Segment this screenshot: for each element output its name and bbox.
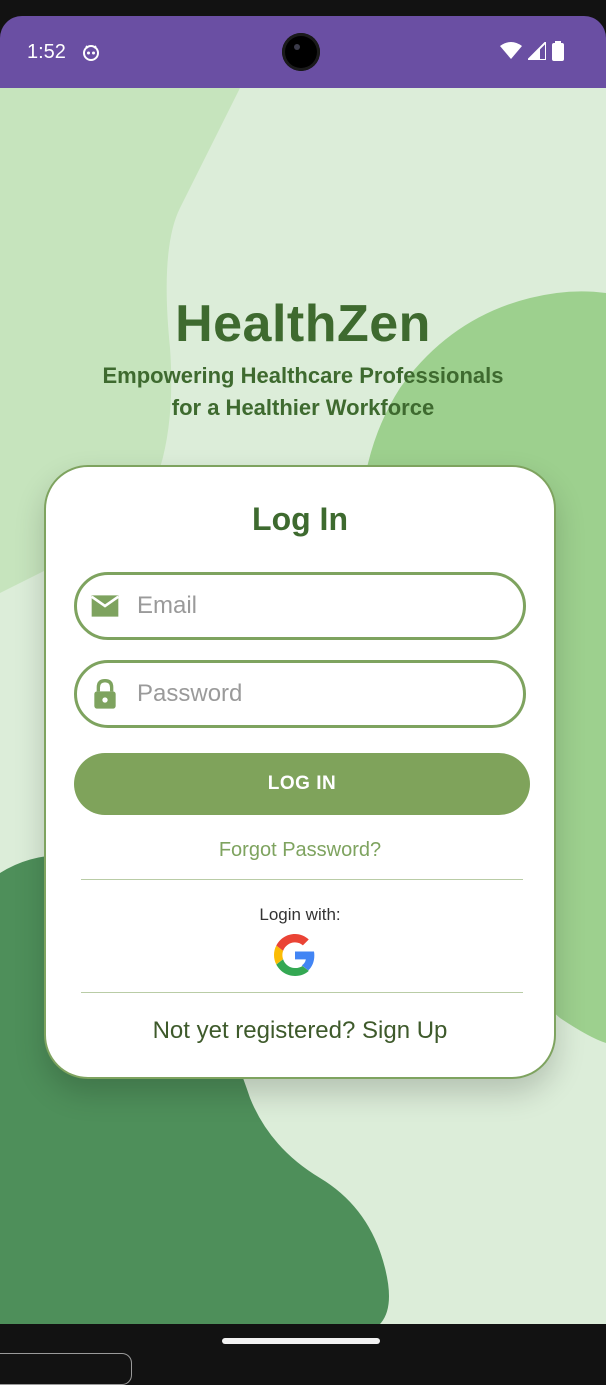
login-button[interactable]: LOG IN (74, 753, 530, 815)
cell-signal-icon (528, 42, 546, 60)
wifi-icon (500, 42, 522, 59)
email-input[interactable] (135, 591, 523, 621)
battery-icon (552, 41, 564, 61)
login-card: Log In LOG IN Forgot Password? L (44, 465, 556, 1079)
brand-header: HealthZen Empowering Healthcare Professi… (0, 294, 606, 424)
status-bar: 1:52 (0, 16, 606, 88)
device-frame: 1:52 HealthZen Empowering Healthcare Pro… (0, 0, 606, 1385)
navigation-bar (0, 1324, 606, 1385)
forgot-password-link[interactable]: Forgot Password? (46, 839, 554, 862)
mail-icon (90, 595, 120, 617)
nav-corner-outline (0, 1353, 132, 1385)
app-subtitle: Empowering Healthcare Professionals for … (0, 360, 606, 424)
subtitle-line-2: for a Healthier Workforce (171, 395, 435, 420)
password-input[interactable] (135, 679, 523, 709)
login-screen: HealthZen Empowering Healthcare Professi… (0, 88, 606, 1324)
google-icon[interactable] (274, 934, 316, 976)
lock-icon (94, 678, 116, 709)
password-field[interactable] (74, 660, 526, 728)
front-camera (282, 33, 320, 71)
signup-link[interactable]: Not yet registered? Sign Up (46, 1017, 554, 1045)
email-field[interactable] (74, 572, 526, 640)
subtitle-line-1: Empowering Healthcare Professionals (102, 363, 504, 388)
login-with-label: Login with: (259, 905, 341, 924)
divider-bottom (81, 992, 523, 993)
divider-top (81, 879, 523, 880)
app-title: HealthZen (175, 295, 431, 353)
robot-face-icon (83, 45, 99, 61)
home-indicator[interactable] (222, 1338, 380, 1344)
status-time: 1:52 (27, 41, 66, 63)
login-title: Log In (252, 501, 348, 537)
